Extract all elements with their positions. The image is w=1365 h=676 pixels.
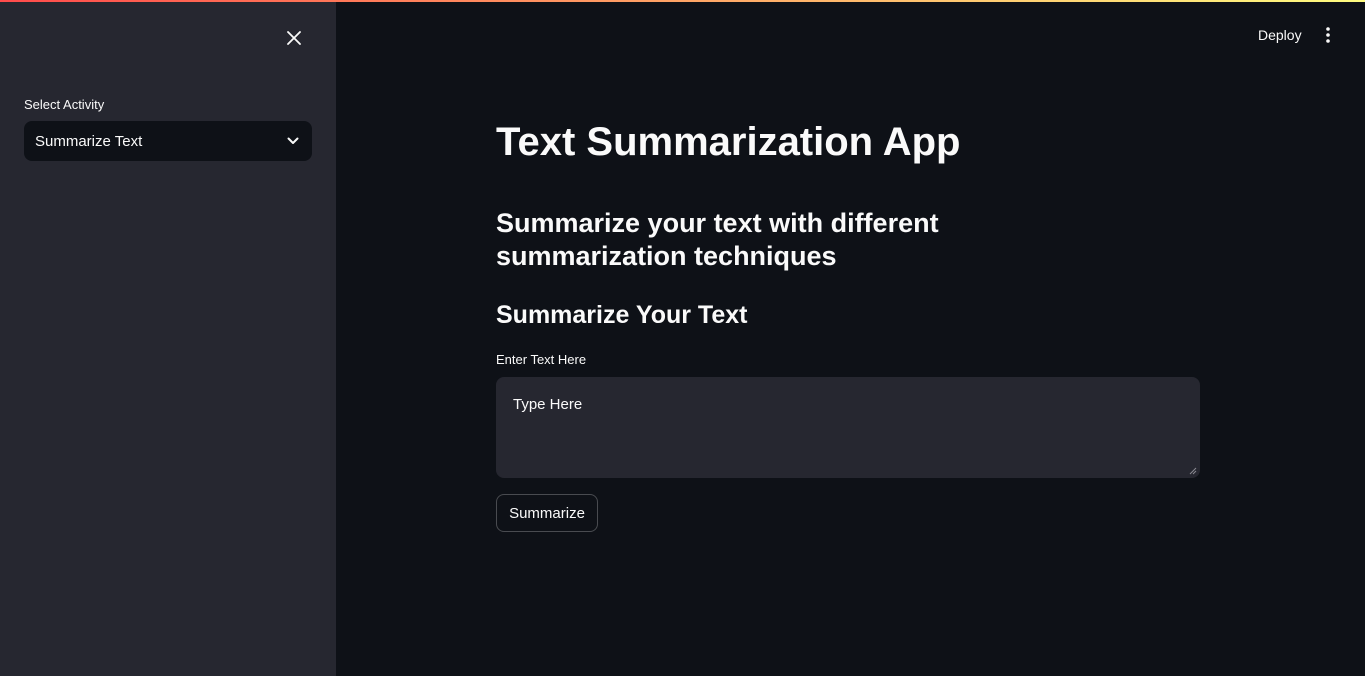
sidebar-close-button[interactable]	[280, 24, 308, 52]
text-input-label: Enter Text Here	[496, 352, 587, 367]
summarize-button[interactable]: Summarize	[496, 494, 598, 532]
text-input-area[interactable]: Type Here	[496, 377, 1200, 478]
chevron-down-icon	[286, 134, 300, 148]
text-input-value: Type Here	[513, 396, 583, 413]
page-subtitle: Summarize your text with different summa…	[496, 208, 939, 271]
vertical-ellipsis-icon	[1326, 27, 1330, 43]
select-activity-value: Summarize Text	[35, 132, 143, 150]
select-activity-label: Select Activity	[24, 97, 105, 112]
select-activity-dropdown[interactable]: Summarize Text	[24, 121, 312, 161]
sidebar: Select Activity Summarize Text	[0, 0, 336, 676]
section-title: Summarize Your Text	[496, 301, 748, 329]
top-decoration-bar	[0, 0, 1365, 2]
page-title: Text Summarization App	[496, 120, 961, 164]
close-icon	[287, 31, 301, 45]
resize-handle-icon[interactable]	[1189, 467, 1197, 475]
deploy-button[interactable]: Deploy	[1250, 24, 1310, 48]
main-menu-button[interactable]	[1316, 23, 1340, 47]
